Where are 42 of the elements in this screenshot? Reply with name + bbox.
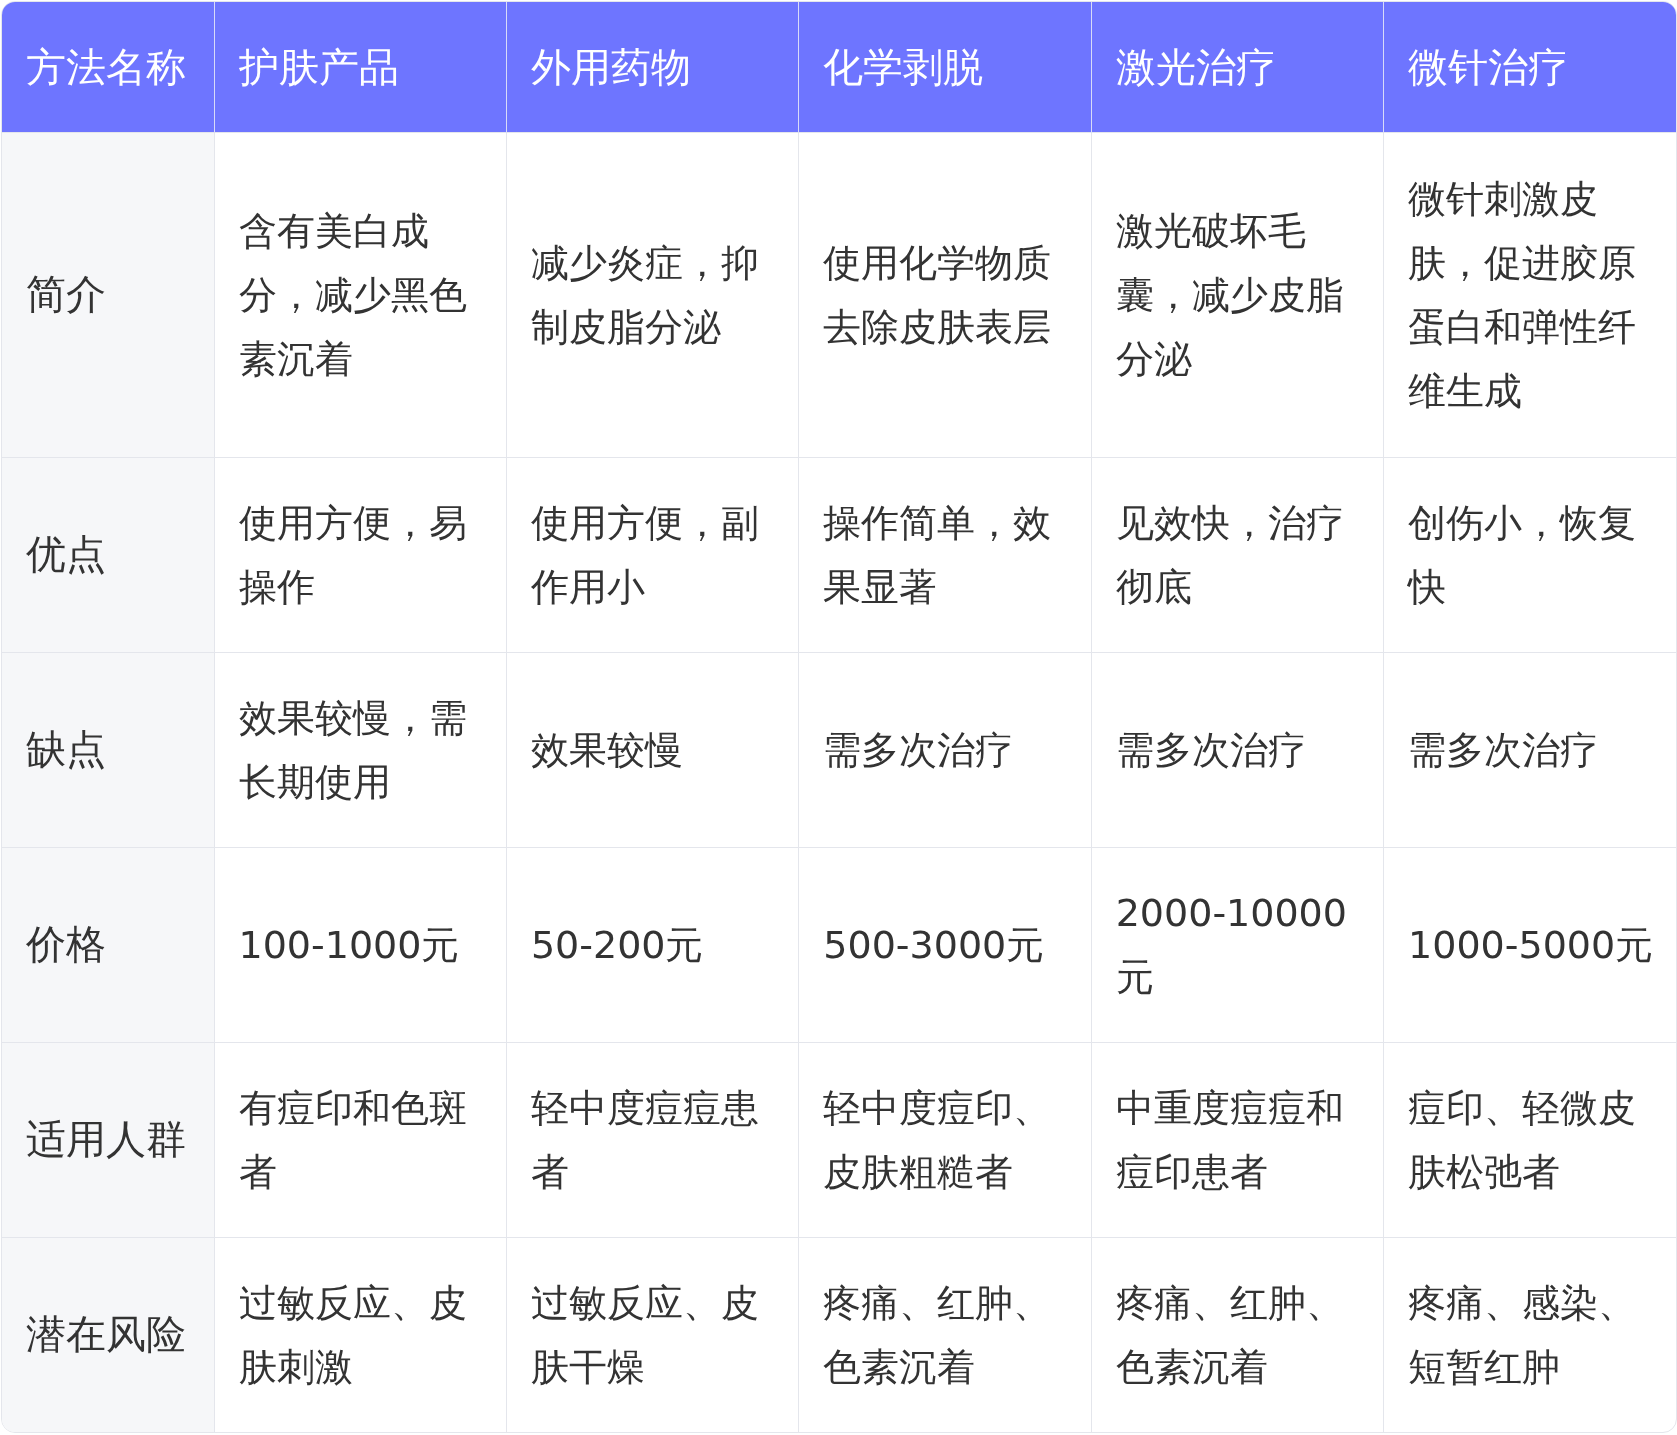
row-header: 潜在风险 (2, 1237, 214, 1432)
table-cell: 减少炎症，抑制皮脂分泌 (506, 132, 799, 457)
row-header: 简介 (2, 132, 214, 457)
table-cell: 2000-10000元 (1091, 847, 1384, 1042)
table-cell: 需多次治疗 (1091, 652, 1384, 847)
table-cell: 微针刺激皮肤，促进胶原蛋白和弹性纤维生成 (1383, 132, 1676, 457)
table-cell: 使用化学物质去除皮肤表层 (798, 132, 1092, 457)
row-header: 缺点 (2, 652, 214, 847)
table-cell: 过敏反应、皮肤刺激 (214, 1237, 507, 1432)
table-cell: 见效快，治疗彻底 (1091, 457, 1384, 652)
table-cell: 激光破坏毛囊，减少皮脂分泌 (1091, 132, 1384, 457)
table-cell: 100-1000元 (214, 847, 507, 1042)
table-cell: 需多次治疗 (1383, 652, 1676, 847)
table-cell: 500-3000元 (798, 847, 1092, 1042)
table-cell: 疼痛、红肿、色素沉着 (1091, 1237, 1384, 1432)
table-cell: 效果较慢 (506, 652, 799, 847)
column-header: 护肤产品 (214, 2, 507, 132)
column-header: 方法名称 (2, 2, 214, 132)
table-cell: 效果较慢，需长期使用 (214, 652, 507, 847)
table-cell: 使用方便，副作用小 (506, 457, 799, 652)
table-cell: 创伤小，恢复快 (1383, 457, 1676, 652)
row-header: 适用人群 (2, 1042, 214, 1237)
table-cell: 1000-5000元 (1383, 847, 1676, 1042)
table-cell: 50-200元 (506, 847, 799, 1042)
table-cell: 过敏反应、皮肤干燥 (506, 1237, 799, 1432)
table-cell: 轻中度痘印、皮肤粗糙者 (798, 1042, 1092, 1237)
column-header: 微针治疗 (1383, 2, 1676, 132)
table-cell: 有痘印和色斑者 (214, 1042, 507, 1237)
table-cell: 使用方便，易操作 (214, 457, 507, 652)
table-cell: 痘印、轻微皮肤松弛者 (1383, 1042, 1676, 1237)
table-cell: 含有美白成分，减少黑色素沉着 (214, 132, 507, 457)
row-header: 价格 (2, 847, 214, 1042)
column-header: 激光治疗 (1091, 2, 1384, 132)
table-cell: 中重度痘痘和痘印患者 (1091, 1042, 1384, 1237)
table-cell: 疼痛、感染、短暂红肿 (1383, 1237, 1676, 1432)
table-cell: 需多次治疗 (798, 652, 1092, 847)
row-header: 优点 (2, 457, 214, 652)
table-cell: 操作简单，效果显著 (798, 457, 1092, 652)
column-header: 化学剥脱 (798, 2, 1092, 132)
table-cell: 疼痛、红肿、色素沉着 (798, 1237, 1092, 1432)
table-cell: 轻中度痘痘患者 (506, 1042, 799, 1237)
column-header: 外用药物 (506, 2, 799, 132)
